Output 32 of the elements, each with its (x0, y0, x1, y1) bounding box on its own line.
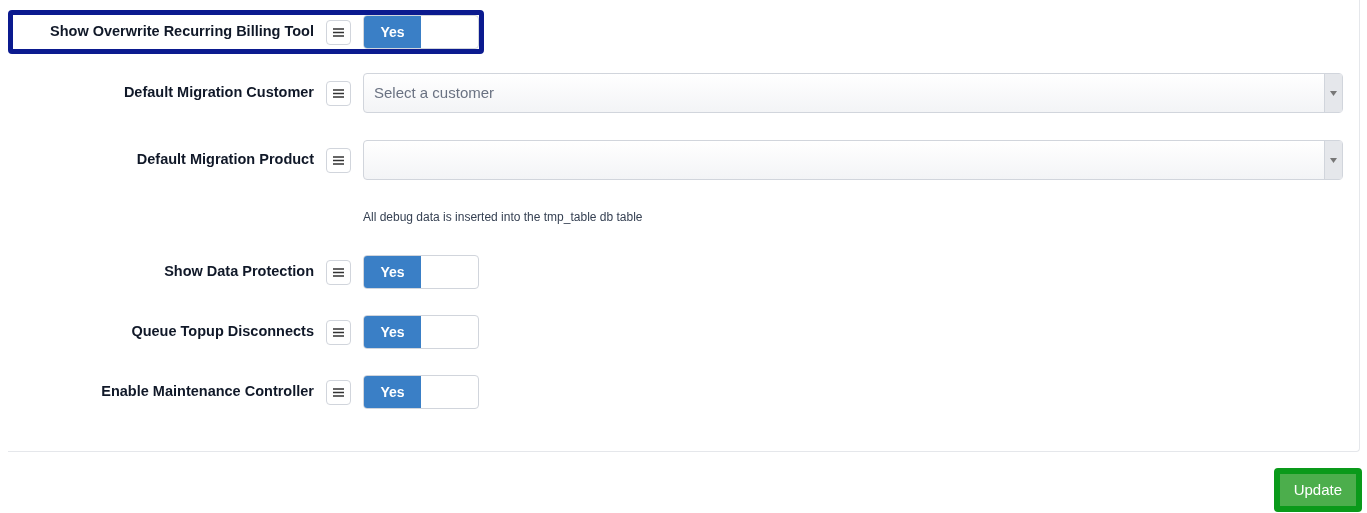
field-label: Enable Maintenance Controller (100, 382, 314, 402)
toggle-switch[interactable]: Yes (363, 255, 479, 289)
help-text: All debug data is inserted into the tmp_table db table (363, 209, 644, 226)
select-field[interactable] (363, 140, 1343, 180)
field-label: Queue Topup Disconnects (130, 322, 314, 342)
menu-icon (333, 27, 344, 37)
menu-icon (333, 88, 344, 98)
toggle-label: Yes (364, 316, 421, 348)
menu-icon (333, 387, 344, 397)
menu-button[interactable] (326, 259, 351, 285)
toggle-label: Yes (364, 376, 421, 408)
toggle-switch[interactable]: Yes (363, 375, 479, 409)
toggle-label: Yes (364, 16, 421, 48)
dropdown-arrow-icon (1330, 90, 1337, 96)
toggle-label: Yes (364, 256, 421, 288)
menu-button[interactable] (326, 147, 351, 173)
update-button[interactable]: Update (1279, 474, 1356, 506)
dropdown-arrow-icon (1330, 157, 1337, 163)
field-label: Show Data Protection (163, 262, 314, 282)
field-label: Default Migration Product (135, 150, 314, 170)
menu-button[interactable] (326, 19, 351, 45)
toggle-switch[interactable]: Yes (363, 15, 479, 49)
menu-button[interactable] (326, 379, 351, 405)
menu-icon (333, 327, 344, 337)
menu-button[interactable] (326, 319, 351, 345)
toggle-switch[interactable]: Yes (363, 315, 479, 349)
menu-icon (333, 267, 344, 277)
menu-icon (333, 155, 344, 165)
select-field[interactable]: Select a customer (363, 73, 1343, 113)
field-label: Default Migration Customer (122, 83, 314, 103)
menu-button[interactable] (326, 80, 351, 106)
field-label: Show Overwrite Recurring Billing Tool (49, 22, 314, 42)
